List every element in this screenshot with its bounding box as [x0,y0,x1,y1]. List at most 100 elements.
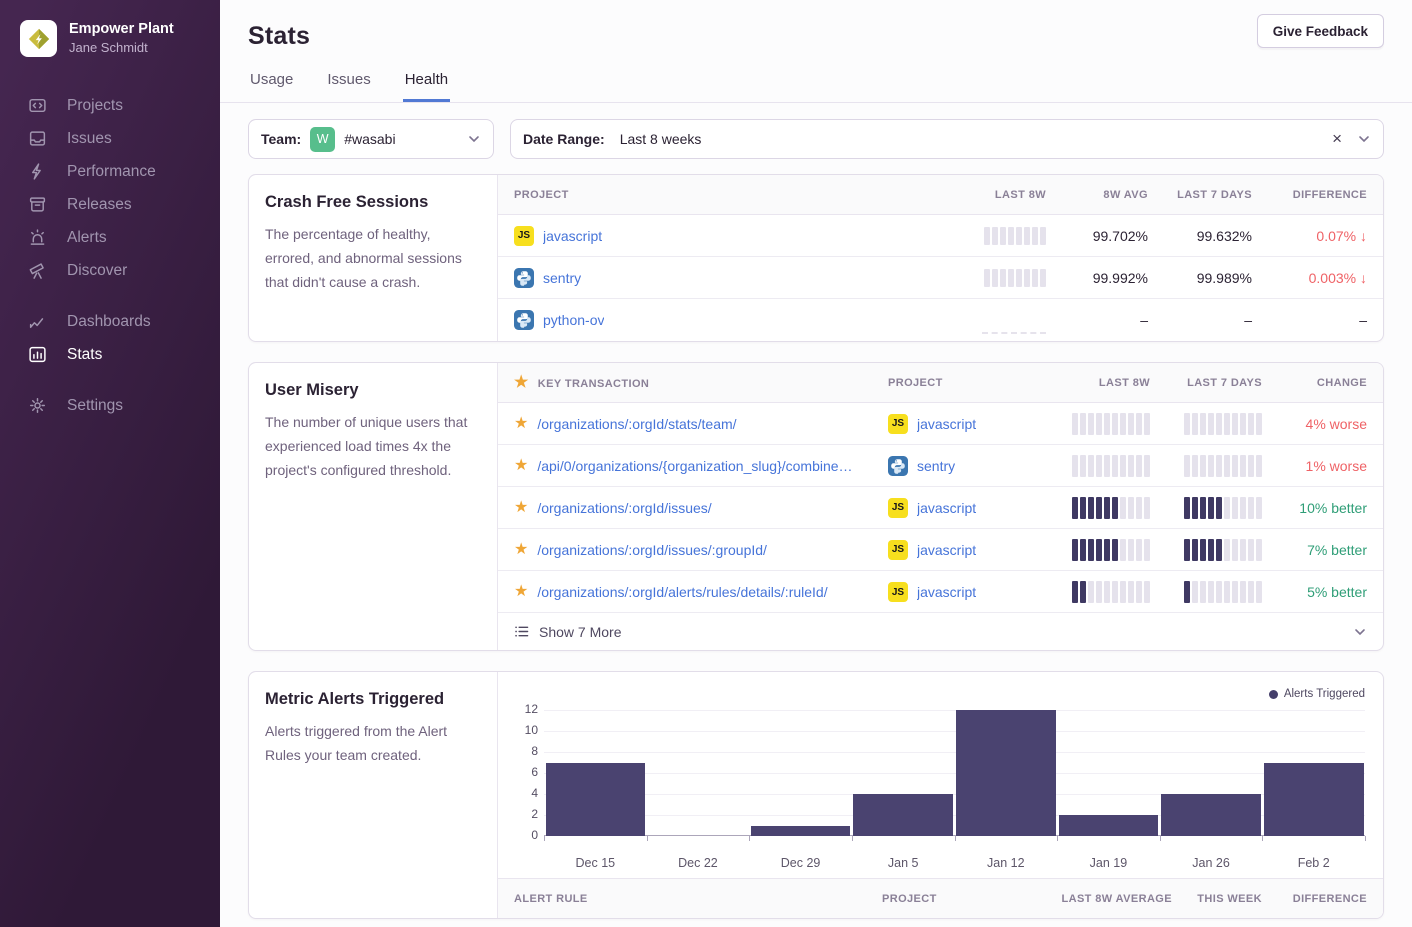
metric-value: 99.702% [1093,228,1148,244]
bar[interactable] [956,710,1056,836]
star-icon[interactable]: ★ [514,416,528,432]
sidebar-item-label: Stats [67,346,102,364]
sidebar-item-label: Settings [67,397,123,415]
table-row: ★ /organizations/:orgId/stats/team/JS java… [498,403,1383,445]
bars [544,710,1365,836]
change-value: 4% worse [1306,416,1367,432]
column-header: ALERT RULE [514,893,882,905]
sparkline [1184,413,1262,435]
transaction-link[interactable]: /organizations/:orgId/issues/:groupId/ [537,542,767,558]
bar[interactable] [1059,815,1159,836]
project-link[interactable]: javascript [917,542,976,558]
javascript-platform-icon: JS [888,414,908,434]
sidebar-item-stats[interactable]: Stats [0,338,220,371]
give-feedback-button[interactable]: Give Feedback [1257,14,1384,48]
sidebar-item-performance[interactable]: Performance [0,155,220,188]
sparkline [1184,455,1262,477]
chart-legend: Alerts Triggered [1269,688,1365,700]
column-header: DIFFERENCE [1293,893,1367,905]
project-link[interactable]: sentry [543,270,581,286]
table-row: ★ /organizations/:orgId/alerts/rules/deta… [498,571,1383,613]
bar-slot [544,710,647,836]
team-select[interactable]: Team: W #wasabi [248,119,494,159]
metric-value: – [1244,312,1252,328]
sidebar-item-label: Projects [67,97,123,115]
crash-free-title: Crash Free Sessions [265,193,481,212]
bar[interactable] [751,826,851,837]
transaction-link[interactable]: /organizations/:orgId/stats/team/ [537,416,736,432]
star-icon[interactable]: ★ [514,584,528,600]
project-link[interactable]: javascript [917,500,976,516]
star-icon[interactable]: ★ [514,458,528,474]
crash-free-table-header: PROJECTLAST 8W8W AVGLAST 7 DAYSDIFFERENC… [498,175,1383,215]
performance-icon [28,162,47,181]
show-more-label: Show 7 More [539,624,621,640]
topbar: Stats Give Feedback [220,0,1412,51]
tab-bar: Usage Issues Health [220,71,1412,103]
user-misery-panel: User Misery The number of unique users t… [248,362,1384,651]
show-more-button[interactable]: Show 7 More [498,612,1383,650]
transaction-link[interactable]: /api/0/organizations/{organization_slug}… [537,458,852,474]
sidebar-item-projects[interactable]: Projects [0,89,220,122]
y-axis-label: 4 [514,786,538,800]
change-value: 1% worse [1306,458,1367,474]
sidebar-item-settings[interactable]: Settings [0,389,220,422]
chevron-down-icon [1357,132,1371,146]
project-link[interactable]: python-ov [543,312,604,328]
user-name: Jane Schmidt [69,40,174,56]
sparkline [1072,539,1150,561]
transaction-link[interactable]: /organizations/:orgId/issues/ [537,500,711,516]
project-link[interactable]: javascript [917,416,976,432]
bar[interactable] [853,794,953,836]
javascript-platform-icon: JS [888,498,908,518]
alert-rules-table-header: ALERT RULEPROJECTLAST 8W AVERAGETHIS WEE… [498,878,1383,918]
sparkline [1072,497,1150,519]
project-link[interactable]: javascript [543,228,602,244]
bar[interactable] [1161,794,1261,836]
tab-usage[interactable]: Usage [248,71,295,102]
metric-alerts-title: Metric Alerts Triggered [265,690,481,709]
tab-health[interactable]: Health [403,71,450,102]
date-range-value: Last 8 weeks [620,131,702,147]
sidebar-item-label: Dashboards [67,313,151,331]
list-icon [514,624,529,639]
date-range-select[interactable]: Date Range: Last 8 weeks × [510,119,1384,159]
sidebar-item-discover[interactable]: Discover [0,254,220,287]
clear-date-icon[interactable]: × [1326,129,1348,149]
sidebar-item-alerts[interactable]: Alerts [0,221,220,254]
issues-icon [28,129,47,148]
legend-dot-icon [1269,690,1278,699]
metric-value: 99.992% [1093,270,1148,286]
project-link[interactable]: sentry [917,458,955,474]
bar[interactable] [546,763,646,837]
sidebar-item-dashboards[interactable]: Dashboards [0,305,220,338]
bar-slot [647,710,750,836]
change-value: 10% better [1299,500,1367,516]
star-icon[interactable]: ★ [514,500,528,516]
crash-free-description: The percentage of healthy, errored, and … [265,223,481,294]
tab-issues[interactable]: Issues [325,71,372,102]
change-value: 7% better [1307,542,1367,558]
sidebar-item-issues[interactable]: Issues [0,122,220,155]
sidebar-item-releases[interactable]: Releases [0,188,220,221]
x-tick [647,836,648,841]
table-row: ★/organizations/:orgId/issues/:groupId/J… [498,529,1383,571]
star-icon[interactable]: ★ [514,542,528,558]
bar-slot [852,710,955,836]
sparkline [1072,581,1150,603]
y-axis-label: 12 [514,702,538,716]
bar[interactable] [1264,763,1364,837]
column-header: CHANGE [1317,377,1367,389]
project-link[interactable]: javascript [917,584,976,600]
transaction-link[interactable]: /organizations/:orgId/alerts/rules/detai… [537,584,827,600]
table-row: JSjavascript99.702%99.632%0.07% ↓ [498,215,1383,257]
metric-value: – [1140,312,1148,328]
column-header: PROJECT [882,893,1052,905]
metric-value: 99.632% [1197,228,1252,244]
bar-slot [749,710,852,836]
org-switcher[interactable]: Empower Plant Jane Schmidt [0,0,220,57]
javascript-platform-icon: JS [514,226,534,246]
table-row: ★ /organizations/:orgId/issues/JS javascri… [498,487,1383,529]
column-header: PROJECT [888,377,1038,389]
bar-slot [1160,710,1263,836]
